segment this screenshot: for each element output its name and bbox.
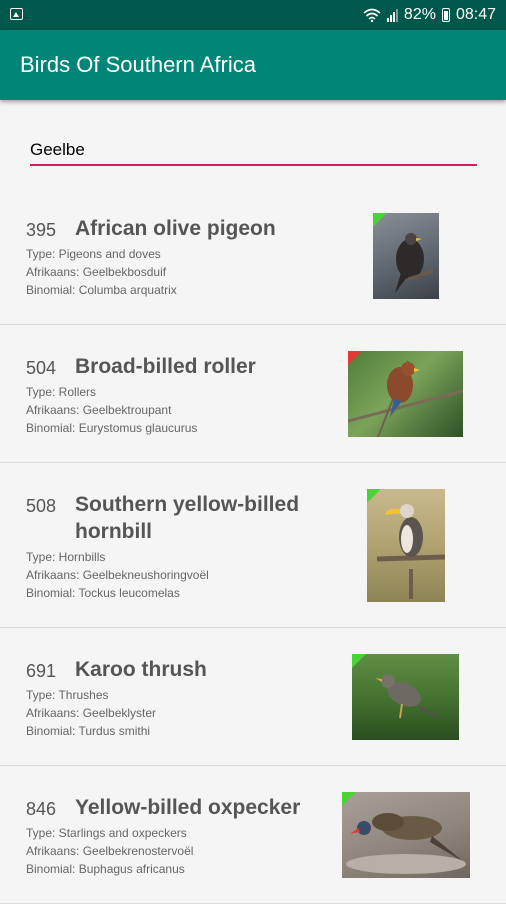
bird-list-item[interactable]: 846 Yellow-billed oxpecker Type: Starlin… [0,766,506,904]
app-title: Birds Of Southern Africa [20,52,256,77]
bird-name: African olive pigeon [75,217,276,240]
battery-percent: 82% [403,6,436,23]
bird-afrikaans: Afrikaans: Geelbekbosduif [26,265,167,279]
search-field[interactable] [30,138,477,166]
bird-photo [367,489,445,602]
bird-list-item[interactable]: 508 Southern yellow-billed hornbill Type… [0,463,506,628]
bird-details: Type: Pigeons and doves Afrikaans: Geelb… [26,245,177,299]
bird-details: Type: Rollers Afrikaans: Geelbektroupant… [26,383,197,437]
status-badge [348,351,362,365]
bird-type: Type: Starlings and oxpeckers [26,826,187,840]
bird-afrikaans: Afrikaans: Geelbektroupant [26,403,172,417]
bird-binomial: Binomial: Buphagus africanus [26,862,185,876]
bird-list: 395 African olive pigeon Type: Pigeons a… [0,187,506,904]
bird-afrikaans: Afrikaans: Geelbeklyster [26,706,157,720]
bird-type: Type: Thrushes [26,688,109,702]
status-badge [367,489,381,503]
oxpecker-illustration [346,813,466,874]
wifi-icon [363,8,381,22]
app-bar: Birds Of Southern Africa [0,30,506,100]
bird-name: Southern yellow-billed hornbill [75,493,300,543]
bird-name: Yellow-billed oxpecker [75,796,301,819]
bird-binomial: Binomial: Tockus leucomelas [26,586,180,600]
thrush-illustration [375,674,444,720]
bird-number: 508 [26,496,57,516]
status-badge [352,654,366,668]
image-notification-icon [10,8,23,20]
bird-type: Type: Hornbills [26,550,106,564]
bird-photo [342,792,470,878]
bird-binomial: Binomial: Turdus smithi [26,724,151,738]
signal-icon [386,8,398,22]
bird-number: 691 [26,661,57,681]
bird-type: Type: Rollers [26,385,97,399]
status-icons: 82% 08:47 [363,6,496,24]
bird-list-item[interactable]: 504 Broad-billed roller Type: Rollers Af… [0,325,506,463]
bird-details: Type: Hornbills Afrikaans: Geelbekneusho… [26,548,209,602]
bird-binomial: Binomial: Columba arquatrix [26,283,177,297]
bird-photo [373,213,439,299]
status-badge [373,213,387,227]
bird-photo [348,351,463,437]
roller-illustration [348,360,463,437]
battery-icon [441,8,450,22]
bird-list-item[interactable]: 395 African olive pigeon Type: Pigeons a… [0,187,506,325]
bird-photo [352,654,459,740]
status-bar: 82% 08:47 [0,0,506,30]
hornbill-illustration [376,504,445,599]
bird-name: Broad-billed roller [75,355,256,378]
bird-number: 504 [26,358,57,378]
bird-number: 395 [26,220,57,240]
bird-details: Type: Starlings and oxpeckers Afrikaans:… [26,824,193,878]
search-input[interactable] [30,138,477,162]
status-badge [342,792,356,806]
bird-afrikaans: Afrikaans: Geelbekrenostervoël [26,844,194,858]
bird-binomial: Binomial: Eurystomus glaucurus [26,421,198,435]
bird-list-item[interactable]: 691 Karoo thrush Type: Thrushes Afrikaan… [0,628,506,766]
bird-afrikaans: Afrikaans: Geelbekneushoringvoël [26,568,209,582]
bird-details: Type: Thrushes Afrikaans: Geelbeklyster … [26,686,156,740]
clock: 08:47 [455,6,496,23]
bird-number: 846 [26,799,57,819]
bird-name: Karoo thrush [75,658,207,681]
bird-type: Type: Pigeons and doves [26,247,161,261]
